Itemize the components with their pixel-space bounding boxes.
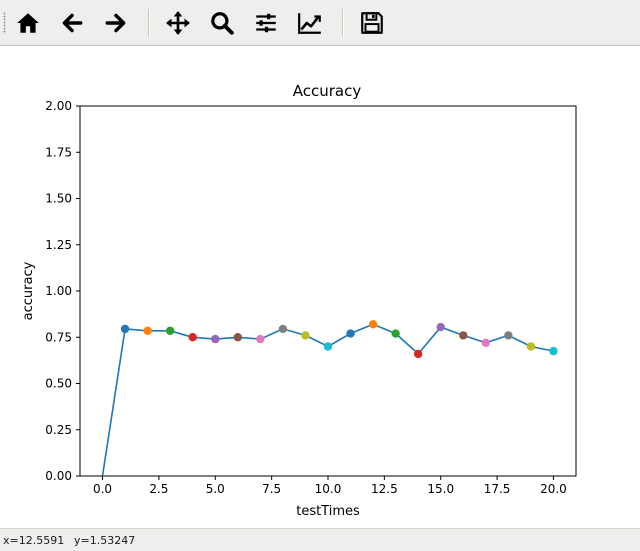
data-point-marker bbox=[549, 346, 558, 356]
data-point-marker bbox=[120, 324, 130, 334]
data-point-marker bbox=[459, 331, 468, 340]
toolbar-grip[interactable] bbox=[3, 12, 6, 34]
y-tick-label: 0.50 bbox=[45, 377, 72, 391]
status-bar: x=12.5591 y=1.53247 bbox=[0, 528, 640, 551]
data-point-marker bbox=[211, 334, 220, 344]
x-tick-label: 20.0 bbox=[540, 482, 567, 496]
arrow-left-icon bbox=[62, 13, 83, 33]
x-tick-label: 0.0 bbox=[93, 482, 112, 496]
x-axis-label: testTimes bbox=[296, 504, 360, 519]
configure-subplots-button[interactable] bbox=[249, 6, 283, 40]
data-point-marker bbox=[481, 338, 491, 347]
toolbar-separator bbox=[148, 9, 150, 37]
cursor-x-readout: x=12.5591 bbox=[3, 534, 65, 547]
forward-button[interactable] bbox=[99, 6, 133, 40]
data-point-marker bbox=[323, 342, 333, 351]
arrow-right-icon bbox=[105, 13, 126, 33]
y-tick-label: 1.50 bbox=[45, 192, 72, 206]
data-point-marker bbox=[346, 329, 355, 338]
save-button[interactable] bbox=[355, 6, 389, 40]
y-tick-label: 2.00 bbox=[45, 99, 72, 113]
pan-button[interactable] bbox=[161, 6, 195, 40]
data-point-marker bbox=[391, 329, 400, 338]
data-point-marker bbox=[413, 349, 423, 359]
x-tick-label: 10.0 bbox=[315, 482, 342, 496]
edit-axes-button[interactable] bbox=[293, 6, 327, 40]
toolbar-separator bbox=[342, 9, 344, 37]
figure-canvas[interactable]: Accuracy 0.0 2.5 5.0 7.5 10.0 12.5 15.0 17.5 20.… bbox=[0, 47, 640, 528]
sliders-icon bbox=[256, 13, 276, 33]
x-tick-label: 5.0 bbox=[206, 482, 225, 496]
data-point-marker bbox=[301, 331, 310, 340]
navigation-toolbar bbox=[0, 0, 640, 46]
y-tick-label: 0.25 bbox=[45, 423, 72, 437]
accuracy-chart[interactable]: Accuracy 0.0 2.5 5.0 7.5 10.0 12.5 15.0 17.5 20.… bbox=[0, 47, 640, 528]
y-tick-label: 0.00 bbox=[45, 469, 72, 483]
zoom-button[interactable] bbox=[205, 6, 239, 40]
x-tick-label: 15.0 bbox=[427, 482, 454, 496]
data-point-marker bbox=[188, 333, 197, 342]
data-point-marker bbox=[256, 334, 265, 344]
save-icon bbox=[361, 12, 383, 34]
data-point-marker bbox=[233, 333, 243, 342]
data-point-marker bbox=[504, 331, 513, 340]
y-tick-label: 1.25 bbox=[45, 238, 72, 252]
data-point-marker bbox=[526, 342, 536, 351]
y-tick-label: 1.00 bbox=[45, 284, 72, 298]
y-tick-label: 1.75 bbox=[45, 145, 72, 159]
data-point-marker bbox=[278, 324, 288, 334]
y-tick-label: 0.75 bbox=[45, 330, 72, 344]
data-point-marker bbox=[436, 322, 445, 332]
move-icon bbox=[166, 11, 190, 35]
search-icon bbox=[211, 12, 234, 35]
chart-title: Accuracy bbox=[293, 82, 362, 100]
x-tick-label: 17.5 bbox=[484, 482, 511, 496]
y-axis-label: accuracy bbox=[21, 261, 36, 320]
data-point-marker bbox=[143, 326, 152, 335]
back-button[interactable] bbox=[55, 6, 89, 40]
cursor-y-readout: y=1.53247 bbox=[74, 534, 136, 547]
x-tick-label: 2.5 bbox=[149, 482, 168, 496]
data-point-marker bbox=[165, 326, 175, 335]
x-tick-label: 12.5 bbox=[371, 482, 398, 496]
home-button[interactable] bbox=[11, 6, 45, 40]
x-tick-label: 7.5 bbox=[262, 482, 281, 496]
data-point-marker bbox=[368, 320, 378, 329]
home-icon bbox=[17, 13, 39, 33]
line-chart-icon bbox=[298, 13, 321, 34]
plot-area[interactable] bbox=[79, 105, 577, 477]
